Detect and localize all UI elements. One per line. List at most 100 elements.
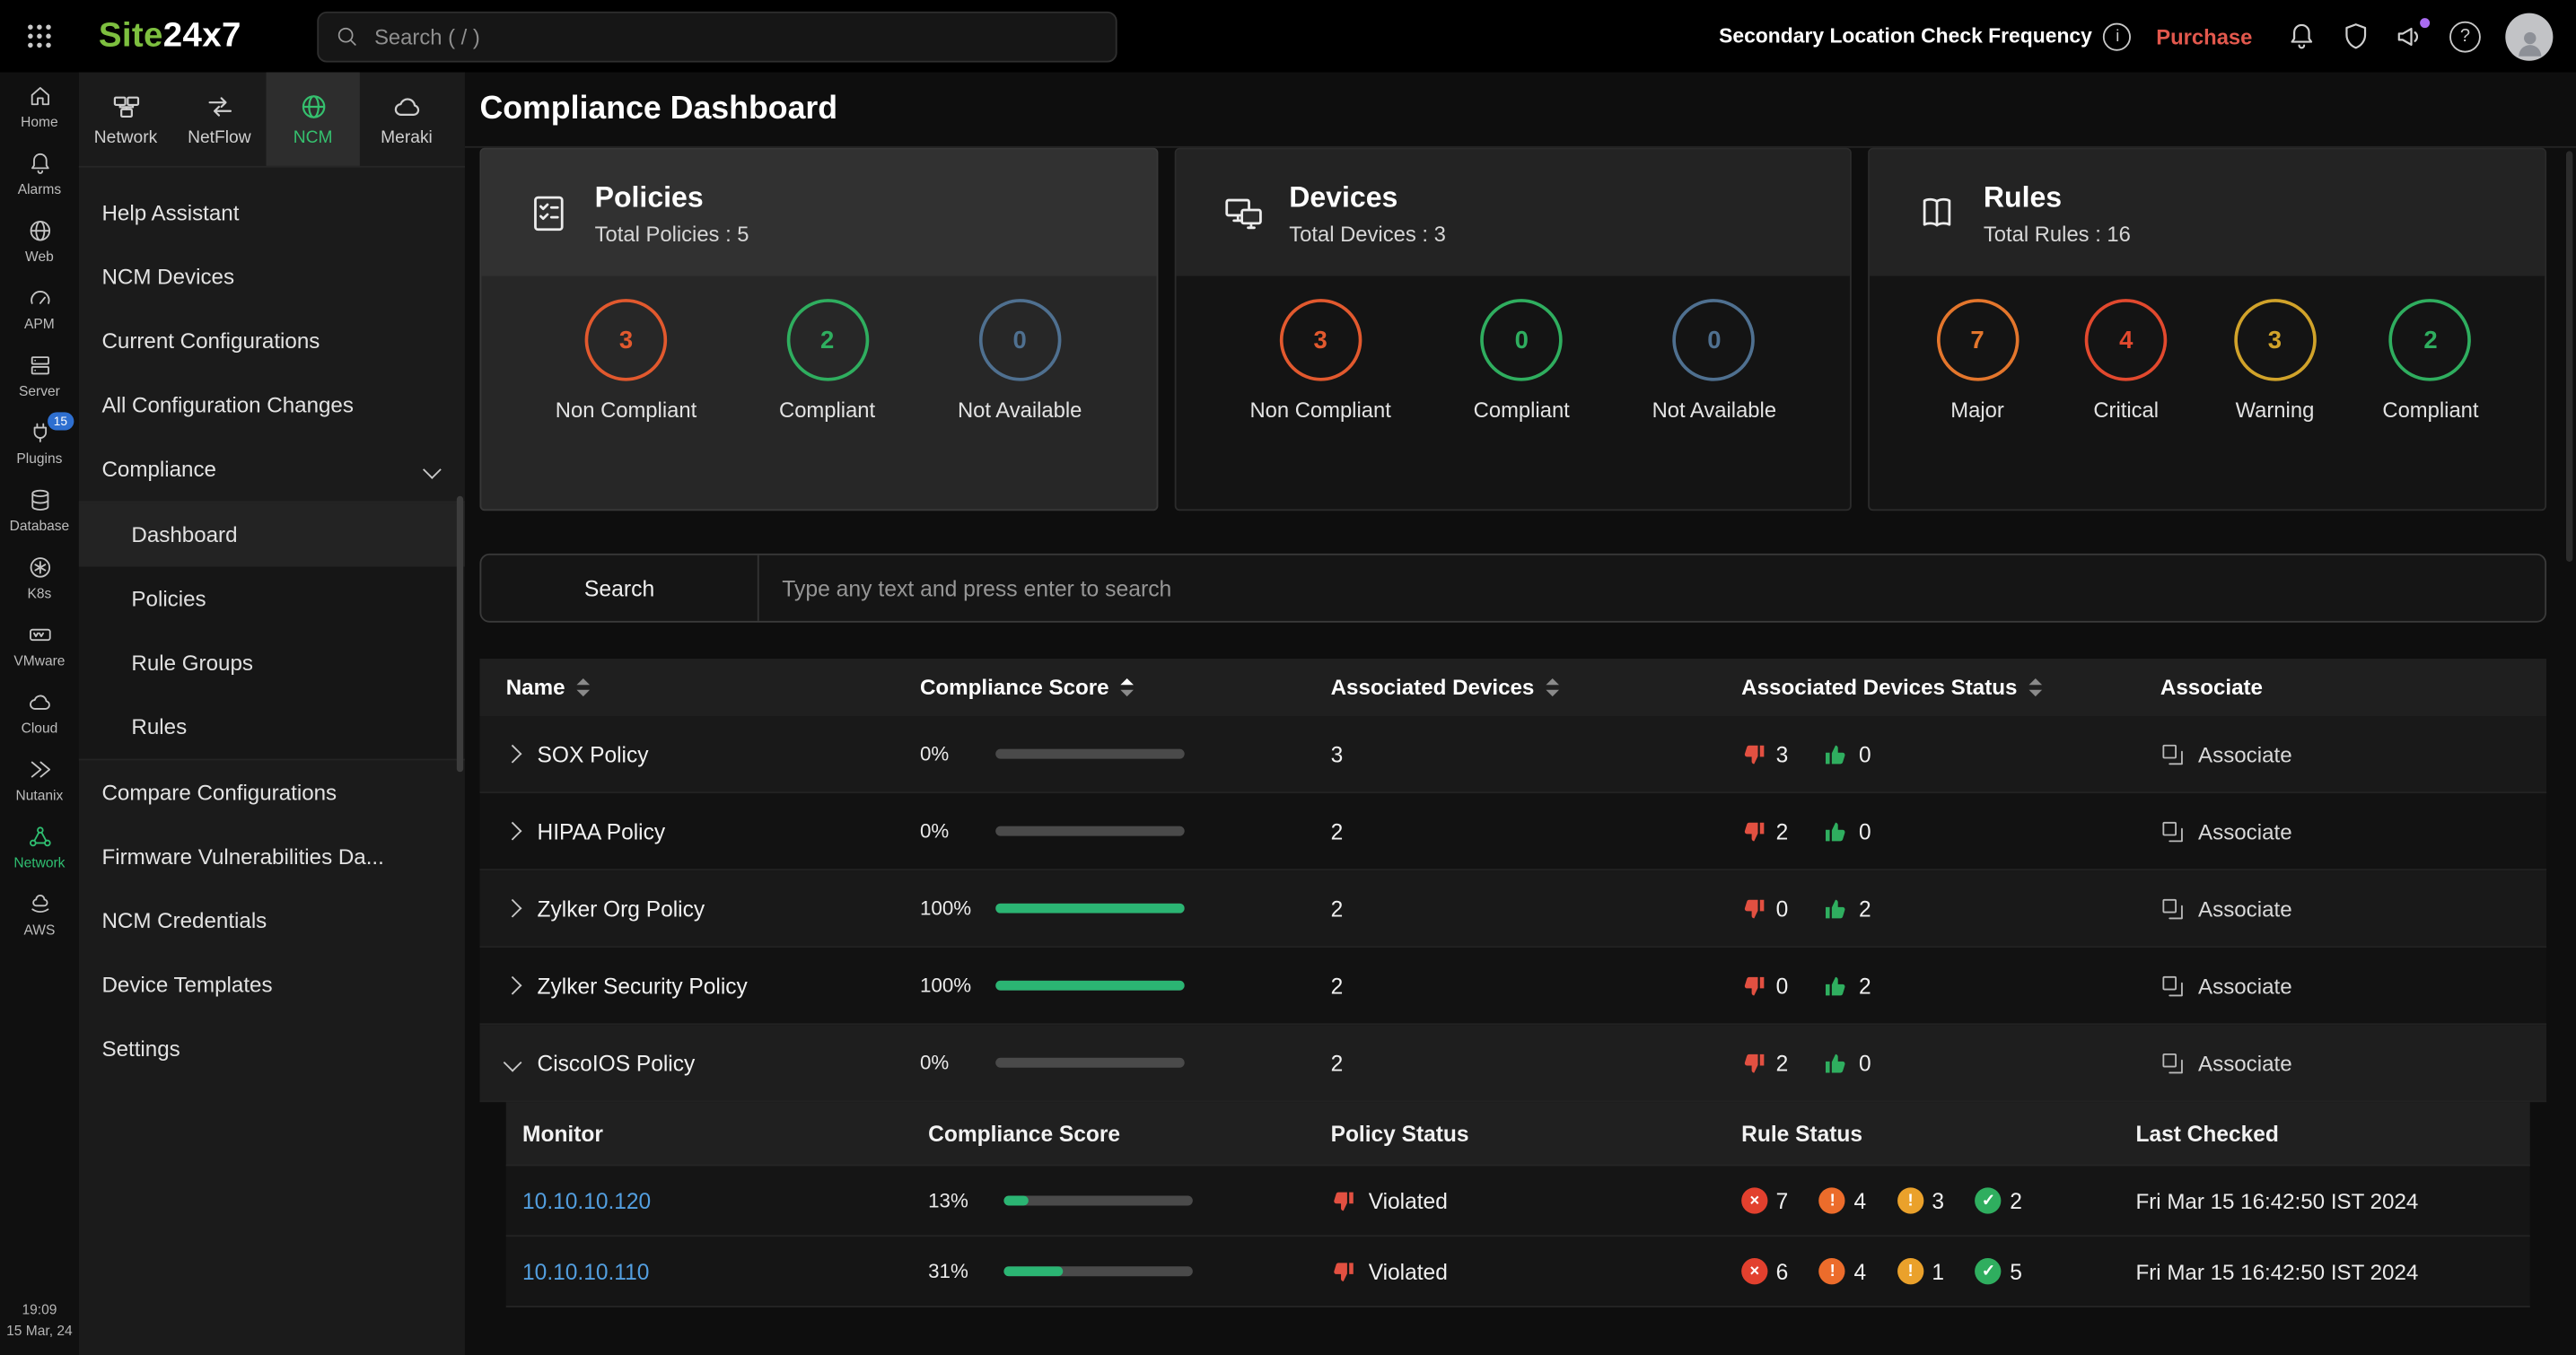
rail-item-database[interactable]: Database	[0, 476, 79, 544]
associate-button[interactable]: Associate	[2160, 896, 2546, 920]
devices-status-cell: 0 2	[1741, 973, 2160, 997]
chevron-right-icon[interactable]	[504, 745, 522, 764]
devices-status-cell: 2 0	[1741, 1051, 2160, 1075]
sidebar-item-help-assistant[interactable]: Help Assistant	[79, 180, 465, 244]
sort-icon[interactable]	[2028, 678, 2042, 695]
rail-item-server[interactable]: Server	[0, 342, 79, 409]
tab-netflow[interactable]: NetFlow	[172, 73, 266, 166]
site24x7-logo[interactable]: Site24x7	[99, 16, 241, 56]
monitor-link[interactable]: 10.10.10.120	[522, 1188, 651, 1212]
rail-item-web[interactable]: Web	[0, 207, 79, 275]
chevron-right-icon[interactable]	[504, 976, 522, 995]
sidebar-item-rules[interactable]: Rules	[79, 695, 465, 758]
associate-button[interactable]: Associate	[2160, 741, 2546, 765]
rail-item-apm[interactable]: APM	[0, 275, 79, 342]
monitor-row: 10.10.10.110 31% Violated ×6 !4 !1 ✓5 F	[506, 1237, 2530, 1307]
col-compliance-score[interactable]: Compliance Score	[920, 675, 1331, 699]
associate-button[interactable]: Associate	[2160, 973, 2546, 997]
rail-item-k8s[interactable]: K8s	[0, 544, 79, 611]
associate-button[interactable]: Associate	[2160, 1051, 2546, 1075]
global-search-input[interactable]	[371, 22, 1099, 50]
rail-item-nutanix[interactable]: Nutanix	[0, 746, 79, 813]
sidebar-item-policies[interactable]: Policies	[79, 566, 465, 630]
thumbs-down-icon	[1741, 741, 1766, 765]
app: Site24x7 Secondary Location Check Freque…	[0, 0, 2576, 1355]
policies-card-header: Policies Total Policies : 5	[481, 150, 1156, 276]
help-icon[interactable]: ?	[2449, 21, 2481, 52]
sidebar-item-ncm-devices[interactable]: NCM Devices	[79, 245, 465, 309]
associate-button[interactable]: Associate	[2160, 818, 2546, 843]
rail-item-vmware[interactable]: VMware	[0, 611, 79, 678]
sort-icon-asc[interactable]	[1120, 678, 1134, 695]
devices-icon	[1222, 191, 1265, 234]
col-associated-devices[interactable]: Associated Devices	[1331, 675, 1742, 699]
tab-meraki[interactable]: Meraki	[360, 73, 453, 166]
sidebar-item-compliance[interactable]: Compliance	[79, 437, 465, 501]
table-search-input[interactable]	[759, 576, 2545, 600]
megaphone-icon[interactable]	[2396, 22, 2425, 51]
devices-status-cell: 3 0	[1741, 741, 2160, 765]
netflow-tab-icon	[205, 92, 234, 121]
policy-row-zylker-security[interactable]: Zylker Security Policy 100% 2 0 2 Associ…	[479, 948, 2546, 1025]
rail-item-plugins[interactable]: 15 Plugins	[0, 409, 79, 476]
score-bar	[995, 904, 1184, 914]
warning-badge-icon: !	[1897, 1258, 1923, 1284]
secondary-location-label: Secondary Location Check Frequency	[1719, 24, 2092, 48]
rail-item-network[interactable]: Network	[0, 813, 79, 880]
policies-icon	[528, 191, 571, 234]
chevron-down-icon[interactable]	[504, 1053, 522, 1072]
monitor-link[interactable]: 10.10.10.110	[522, 1259, 649, 1283]
logo-site: Site	[99, 16, 163, 54]
col-name[interactable]: Name	[506, 675, 920, 699]
associate-icon	[2160, 896, 2185, 920]
rules-card[interactable]: Rules Total Rules : 16 7 Major 4 Critica…	[1869, 148, 2546, 511]
sort-icon[interactable]	[576, 678, 590, 695]
sidebar-item-settings[interactable]: Settings	[79, 1017, 465, 1080]
sidebar-item-device-templates[interactable]: Device Templates	[79, 953, 465, 1017]
thumbs-down-icon	[1741, 1051, 1766, 1075]
main-scrollbar-thumb[interactable]	[2566, 151, 2572, 562]
rail-item-alarms[interactable]: Alarms	[0, 140, 79, 207]
sidebar-item-rule-groups[interactable]: Rule Groups	[79, 631, 465, 695]
sidebar-scrollbar-thumb[interactable]	[457, 496, 463, 773]
sidebar-item-dashboard[interactable]: Dashboard	[79, 503, 465, 566]
info-icon[interactable]: i	[2104, 22, 2132, 50]
sidebar-item-firmware-vulnerabilities[interactable]: Firmware Vulnerabilities Da...	[79, 825, 465, 888]
policy-row-ciscoios[interactable]: CiscoIOS Policy 0% 2 2 0 Associate	[479, 1025, 2546, 1102]
policy-row-sox[interactable]: SOX Policy 0% 3 3 0 Associate	[479, 716, 2546, 793]
associate-icon	[2160, 973, 2185, 997]
purchase-link[interactable]: Purchase	[2156, 24, 2252, 48]
rules-card-header: Rules Total Rules : 16	[1871, 150, 2545, 276]
sidebar-item-all-configuration-changes[interactable]: All Configuration Changes	[79, 372, 465, 436]
score-bar	[1003, 1196, 1192, 1206]
col-associated-devices-status[interactable]: Associated Devices Status	[1741, 675, 2160, 699]
sidebar-item-compare-configurations[interactable]: Compare Configurations	[79, 760, 465, 824]
global-search[interactable]	[317, 11, 1117, 62]
policies-card[interactable]: Policies Total Policies : 5 3 Non Compli…	[479, 148, 1157, 511]
tab-network[interactable]: Network	[79, 73, 172, 166]
card-title: Policies	[595, 179, 749, 214]
subtable-header: Monitor Compliance Score Policy Status R…	[506, 1102, 2530, 1166]
policy-row-zylker-org[interactable]: Zylker Org Policy 100% 2 0 2 Associate	[479, 870, 2546, 948]
alarms-icon	[27, 151, 51, 175]
chevron-right-icon[interactable]	[504, 822, 522, 841]
sidebar-menu: Help Assistant NCM Devices Current Confi…	[79, 168, 465, 1081]
bell-icon[interactable]	[2287, 22, 2317, 51]
tab-ncm[interactable]: NCM	[267, 73, 360, 166]
card-subtitle: Total Devices : 3	[1289, 221, 1446, 245]
sidebar-item-current-configurations[interactable]: Current Configurations	[79, 309, 465, 372]
rail-item-aws[interactable]: AWS	[0, 880, 79, 948]
policy-row-hipaa[interactable]: HIPAA Policy 0% 2 2 0 Associate	[479, 793, 2546, 870]
sort-icon[interactable]	[1546, 678, 1559, 695]
chevron-right-icon[interactable]	[504, 899, 522, 918]
devices-card[interactable]: Devices Total Devices : 3 3 Non Complian…	[1174, 148, 1852, 511]
ok-badge-icon: ✓	[1976, 1187, 2002, 1213]
shield-icon[interactable]	[2341, 22, 2370, 51]
avatar[interactable]	[2505, 13, 2553, 60]
notification-dot	[2420, 18, 2430, 28]
app-grid-icon[interactable]	[26, 23, 52, 49]
rail-item-cloud[interactable]: Cloud	[0, 678, 79, 746]
stat-non-compliant: 3 Non Compliant	[1249, 299, 1390, 425]
rail-item-home[interactable]: Home	[0, 73, 79, 140]
sidebar-item-ncm-credentials[interactable]: NCM Credentials	[79, 888, 465, 952]
